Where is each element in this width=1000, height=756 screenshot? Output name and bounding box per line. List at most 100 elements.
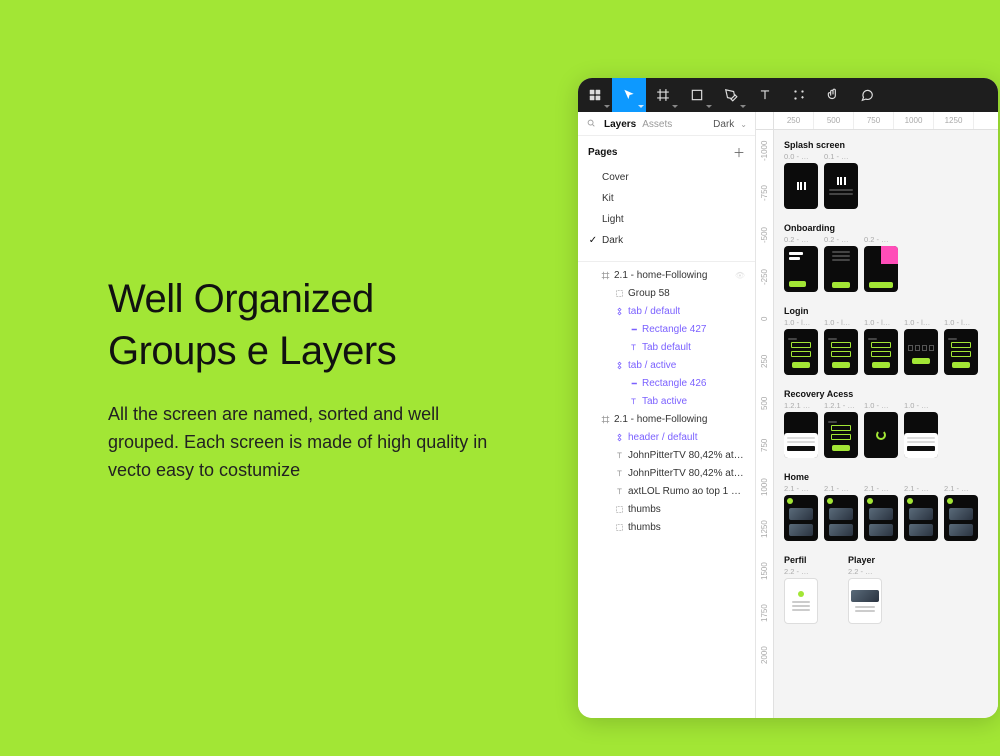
layer-row[interactable]: axtLOL Rumo ao top 1 aqui de… — [578, 482, 755, 500]
artboard-thumb[interactable] — [824, 246, 858, 292]
canvas-stage[interactable]: Splash screen0.0 - …0.1 - …Onboarding0.2… — [778, 130, 998, 718]
layer-row[interactable]: 2.1 - home-Following 👁 — [578, 266, 755, 284]
frame-label: 2.1 - … — [864, 484, 898, 493]
layers-section: 2.1 - home-Following 👁 Group 58 tab / defau… — [578, 262, 755, 718]
layer-row[interactable]: Rectangle 426 — [578, 374, 755, 392]
layer-row[interactable]: Rectangle 427 — [578, 320, 755, 338]
artboard-thumb[interactable] — [848, 578, 882, 624]
frame-label: 2.1 - … — [824, 484, 858, 493]
layers-tab[interactable]: Layers — [604, 119, 636, 130]
layer-label: header / default — [628, 432, 698, 443]
text-icon — [614, 451, 624, 460]
layer-row[interactable]: Tab active — [578, 392, 755, 410]
page-item[interactable]: Cover — [588, 167, 745, 188]
menu-button[interactable] — [578, 78, 612, 112]
frame-label: 2.2 - … — [784, 567, 818, 576]
frame-item: 1.0 - l… — [784, 318, 818, 375]
frame-item: 1.0 - l… — [864, 318, 898, 375]
artboard-thumb[interactable] — [784, 246, 818, 292]
layer-row[interactable]: tab / active — [578, 356, 755, 374]
frame-tool-button[interactable] — [646, 78, 680, 112]
canvas[interactable]: 25050075010001250 -1000-750-500-25002505… — [756, 112, 998, 718]
section-title: Splash screen — [784, 140, 992, 150]
group-icon — [614, 523, 624, 532]
artboard-thumb[interactable] — [824, 163, 858, 209]
artboard-thumb[interactable] — [944, 495, 978, 541]
artboard-thumb[interactable] — [864, 329, 898, 375]
layer-label: Rectangle 426 — [642, 378, 707, 389]
rect-icon — [628, 325, 638, 334]
frame-label: 1.0 - … — [904, 401, 938, 410]
thumbs-row: 0.2 - …0.2 - …0.2 - … — [784, 235, 992, 292]
artboard-thumb[interactable] — [904, 329, 938, 375]
frame-label: 2.2 - … — [848, 567, 882, 576]
artboard-thumb[interactable] — [824, 495, 858, 541]
move-tool-button[interactable] — [612, 78, 646, 112]
page-item[interactable]: Light — [588, 209, 745, 230]
artboard-thumb[interactable] — [864, 412, 898, 458]
layer-row[interactable]: Tab default — [578, 338, 755, 356]
artboard-thumb[interactable] — [944, 329, 978, 375]
layer-row[interactable]: thumbs — [578, 500, 755, 518]
artboard-thumb[interactable] — [824, 329, 858, 375]
frame-label: 1.0 - l… — [864, 318, 898, 327]
frame-item: 1.0 - … — [904, 401, 938, 458]
layer-row[interactable]: JohnPitterTV 80,42% atualiza… — [578, 446, 755, 464]
frame-item: 0.1 - … — [824, 152, 858, 209]
layer-row[interactable]: header / default — [578, 428, 755, 446]
rect-icon — [628, 379, 638, 388]
thumbs-row: 1.0 - l…1.0 - l…1.0 - l…1.0 - l…1.0 - l… — [784, 318, 992, 375]
artboard-thumb[interactable] — [904, 495, 938, 541]
artboard-thumb[interactable] — [824, 412, 858, 458]
layer-label: Group 58 — [628, 288, 670, 299]
layer-row[interactable]: tab / default — [578, 302, 755, 320]
layer-label: axtLOL Rumo ao top 1 aqui de… — [628, 486, 745, 497]
comment-tool-button[interactable] — [850, 78, 884, 112]
artboard-thumb[interactable] — [864, 246, 898, 292]
visibility-icon[interactable]: 👁 — [735, 271, 745, 280]
section-title: Perfil — [784, 555, 818, 565]
check-icon: ✓ — [588, 235, 598, 246]
canvas-section: Login1.0 - l…1.0 - l…1.0 - l…1.0 - l…1.0… — [784, 306, 992, 375]
assets-tab[interactable]: Assets — [642, 119, 672, 130]
frame-item: 2.1 - … — [864, 484, 898, 541]
layer-row[interactable]: thumbs — [578, 518, 755, 536]
comp-icon — [614, 361, 624, 370]
frame-item: 2.1 - … — [824, 484, 858, 541]
shape-tool-button[interactable] — [680, 78, 714, 112]
page-item[interactable]: Kit — [588, 188, 745, 209]
add-page-button[interactable]: ＋ — [733, 144, 745, 161]
artboard-thumb[interactable] — [784, 163, 818, 209]
layer-label: thumbs — [628, 522, 661, 533]
artboard-thumb[interactable] — [784, 329, 818, 375]
layer-row[interactable]: Group 58 — [578, 284, 755, 302]
page-mode-dropdown[interactable]: Dark — [713, 119, 734, 130]
hand-tool-button[interactable] — [816, 78, 850, 112]
layer-row[interactable]: 2.1 - home-Following — [578, 410, 755, 428]
page-label: Light — [602, 214, 624, 225]
frame-label: 1.0 - l… — [824, 318, 858, 327]
layer-label: 2.1 - home-Following — [614, 270, 707, 281]
frame-item: 1.2.1 - … — [824, 401, 858, 458]
artboard-thumb[interactable] — [784, 495, 818, 541]
frame-label: 0.1 - … — [824, 152, 858, 161]
artboard-thumb[interactable] — [904, 412, 938, 458]
horizontal-ruler: 25050075010001250 — [774, 112, 998, 130]
frame-label: 2.1 - … — [784, 484, 818, 493]
artboard-thumb[interactable] — [864, 495, 898, 541]
artboard-thumb[interactable] — [784, 578, 818, 624]
panel-tabs: Layers Assets Dark ⌄ — [578, 112, 755, 136]
pen-tool-button[interactable] — [714, 78, 748, 112]
search-icon[interactable] — [586, 118, 598, 131]
artboard-thumb[interactable] — [784, 412, 818, 458]
frame-item: 1.0 - … — [864, 401, 898, 458]
frame-icon — [600, 271, 610, 280]
frame-icon — [600, 415, 610, 424]
page-item[interactable]: ✓Dark — [588, 230, 745, 251]
frame-item: 0.2 - … — [824, 235, 858, 292]
layer-row[interactable]: JohnPitterTV 80,42% atualiza… — [578, 464, 755, 482]
text-tool-button[interactable] — [748, 78, 782, 112]
frame-label: 1.2.1 … — [784, 401, 818, 410]
layer-label: JohnPitterTV 80,42% atualiza… — [628, 468, 745, 479]
resources-button[interactable] — [782, 78, 816, 112]
